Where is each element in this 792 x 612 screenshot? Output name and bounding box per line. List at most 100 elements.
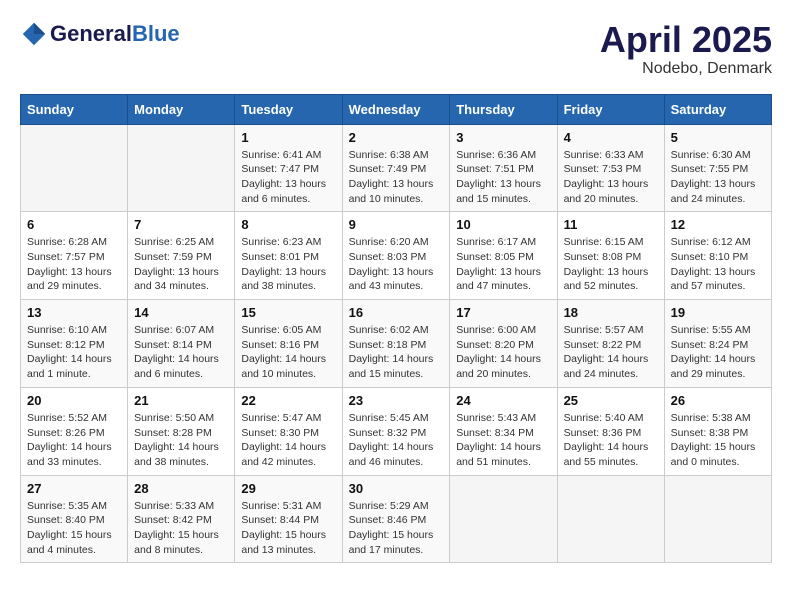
- calendar-body: 1Sunrise: 6:41 AMSunset: 7:47 PMDaylight…: [21, 124, 772, 563]
- calendar-cell: 7Sunrise: 6:25 AMSunset: 7:59 PMDaylight…: [128, 212, 235, 300]
- day-number: 5: [671, 130, 765, 145]
- page-header: GeneralBlue April 2025 Nodebo, Denmark: [20, 20, 772, 78]
- day-number: 2: [349, 130, 444, 145]
- logo: GeneralBlue: [20, 20, 180, 48]
- day-number: 25: [564, 393, 658, 408]
- calendar-cell: 19 Sunrise: 5:55 AMSunset: 8:24 PMDayligh…: [664, 300, 771, 388]
- calendar-cell: 8 Sunrise: 6:23 AMSunset: 8:01 PMDaylight…: [235, 212, 342, 300]
- day-info: Sunrise: 6:02 AMSunset: 8:18 PMDaylight:…: [349, 323, 444, 382]
- calendar-cell: 13Sunrise: 6:10 AMSunset: 8:12 PMDayligh…: [21, 300, 128, 388]
- day-info: Sunrise: 5:45 AMSunset: 8:32 PMDaylight:…: [349, 411, 444, 470]
- calendar-week-3: 13Sunrise: 6:10 AMSunset: 8:12 PMDayligh…: [21, 300, 772, 388]
- calendar-cell: 27 Sunrise: 5:35 AMSunset: 8:40 PMDayligh…: [21, 475, 128, 563]
- day-number: 11: [564, 217, 658, 232]
- day-info: Sunrise: 6:38 AMSunset: 7:49 PMDaylight:…: [349, 148, 444, 207]
- day-number: 15: [241, 305, 335, 320]
- day-info: Sunrise: 6:36 AMSunset: 7:51 PMDaylight:…: [456, 148, 550, 207]
- day-number: 29: [241, 481, 335, 496]
- calendar-cell: 16 Sunrise: 6:02 AMSunset: 8:18 PMDayligh…: [342, 300, 450, 388]
- calendar-cell: 17 Sunrise: 6:00 AMSunset: 8:20 PMDayligh…: [450, 300, 557, 388]
- day-info: Sunrise: 6:28 AMSunset: 7:57 PMDaylight:…: [27, 235, 121, 294]
- weekday-header-sunday: Sunday: [21, 94, 128, 124]
- calendar-cell: [557, 475, 664, 563]
- day-info: Sunrise: 6:05 AMSunset: 8:16 PMDaylight:…: [241, 323, 335, 382]
- calendar-cell: [128, 124, 235, 212]
- day-info: Sunrise: 6:41 AMSunset: 7:47 PMDaylight:…: [241, 148, 335, 207]
- calendar-cell: 28Sunrise: 5:33 AMSunset: 8:42 PMDayligh…: [128, 475, 235, 563]
- logo-general: General: [50, 21, 132, 47]
- day-number: 3: [456, 130, 550, 145]
- day-info: Sunrise: 5:29 AMSunset: 8:46 PMDaylight:…: [349, 499, 444, 558]
- calendar-week-4: 20 Sunrise: 5:52 AMSunset: 8:26 PMDayligh…: [21, 387, 772, 475]
- day-number: 19: [671, 305, 765, 320]
- calendar-cell: 25Sunrise: 5:40 AMSunset: 8:36 PMDayligh…: [557, 387, 664, 475]
- day-number: 4: [564, 130, 658, 145]
- day-info: Sunrise: 6:17 AMSunset: 8:05 PMDaylight:…: [456, 235, 550, 294]
- calendar-cell: 26Sunrise: 5:38 AMSunset: 8:38 PMDayligh…: [664, 387, 771, 475]
- day-info: Sunrise: 5:33 AMSunset: 8:42 PMDaylight:…: [134, 499, 228, 558]
- calendar-cell: 10Sunrise: 6:17 AMSunset: 8:05 PMDayligh…: [450, 212, 557, 300]
- weekday-header-friday: Friday: [557, 94, 664, 124]
- calendar-cell: 18Sunrise: 5:57 AMSunset: 8:22 PMDayligh…: [557, 300, 664, 388]
- calendar-cell: 20 Sunrise: 5:52 AMSunset: 8:26 PMDayligh…: [21, 387, 128, 475]
- calendar-cell: 30Sunrise: 5:29 AMSunset: 8:46 PMDayligh…: [342, 475, 450, 563]
- logo-icon: [20, 20, 48, 48]
- calendar-cell: 9 Sunrise: 6:20 AMSunset: 8:03 PMDaylight…: [342, 212, 450, 300]
- day-info: Sunrise: 6:33 AMSunset: 7:53 PMDaylight:…: [564, 148, 658, 207]
- calendar-week-2: 6 Sunrise: 6:28 AMSunset: 7:57 PMDaylight…: [21, 212, 772, 300]
- day-info: Sunrise: 6:25 AMSunset: 7:59 PMDaylight:…: [134, 235, 228, 294]
- day-number: 8: [241, 217, 335, 232]
- day-info: Sunrise: 6:20 AMSunset: 8:03 PMDaylight:…: [349, 235, 444, 294]
- title-block: April 2025 Nodebo, Denmark: [600, 20, 772, 78]
- calendar-cell: 12 Sunrise: 6:12 AMSunset: 8:10 PMDayligh…: [664, 212, 771, 300]
- day-info: Sunrise: 5:43 AMSunset: 8:34 PMDaylight:…: [456, 411, 550, 470]
- day-info: Sunrise: 6:00 AMSunset: 8:20 PMDaylight:…: [456, 323, 550, 382]
- day-info: Sunrise: 6:07 AMSunset: 8:14 PMDaylight:…: [134, 323, 228, 382]
- day-info: Sunrise: 5:50 AMSunset: 8:28 PMDaylight:…: [134, 411, 228, 470]
- calendar-cell: 15 Sunrise: 6:05 AMSunset: 8:16 PMDayligh…: [235, 300, 342, 388]
- day-number: 17: [456, 305, 550, 320]
- calendar-cell: 22 Sunrise: 5:47 AMSunset: 8:30 PMDayligh…: [235, 387, 342, 475]
- day-number: 24: [456, 393, 550, 408]
- day-number: 13: [27, 305, 121, 320]
- calendar-cell: 29Sunrise: 5:31 AMSunset: 8:44 PMDayligh…: [235, 475, 342, 563]
- day-number: 22: [241, 393, 335, 408]
- day-number: 23: [349, 393, 444, 408]
- calendar-cell: 14 Sunrise: 6:07 AMSunset: 8:14 PMDayligh…: [128, 300, 235, 388]
- location: Nodebo, Denmark: [600, 60, 772, 78]
- day-number: 27: [27, 481, 121, 496]
- calendar-cell: [21, 124, 128, 212]
- calendar-cell: 4 Sunrise: 6:33 AMSunset: 7:53 PMDaylight…: [557, 124, 664, 212]
- day-number: 12: [671, 217, 765, 232]
- calendar-cell: [664, 475, 771, 563]
- day-number: 26: [671, 393, 765, 408]
- weekday-header-monday: Monday: [128, 94, 235, 124]
- day-info: Sunrise: 6:23 AMSunset: 8:01 PMDaylight:…: [241, 235, 335, 294]
- calendar-header: SundayMondayTuesdayWednesdayThursdayFrid…: [21, 94, 772, 124]
- day-info: Sunrise: 5:55 AMSunset: 8:24 PMDaylight:…: [671, 323, 765, 382]
- day-number: 9: [349, 217, 444, 232]
- day-number: 16: [349, 305, 444, 320]
- weekday-row: SundayMondayTuesdayWednesdayThursdayFrid…: [21, 94, 772, 124]
- calendar-cell: 11 Sunrise: 6:15 AMSunset: 8:08 PMDayligh…: [557, 212, 664, 300]
- day-number: 20: [27, 393, 121, 408]
- day-info: Sunrise: 5:35 AMSunset: 8:40 PMDaylight:…: [27, 499, 121, 558]
- month-title: April 2025: [600, 20, 772, 60]
- calendar-cell: 6 Sunrise: 6:28 AMSunset: 7:57 PMDaylight…: [21, 212, 128, 300]
- day-number: 6: [27, 217, 121, 232]
- day-info: Sunrise: 5:47 AMSunset: 8:30 PMDaylight:…: [241, 411, 335, 470]
- day-info: Sunrise: 6:12 AMSunset: 8:10 PMDaylight:…: [671, 235, 765, 294]
- calendar-cell: 5 Sunrise: 6:30 AMSunset: 7:55 PMDaylight…: [664, 124, 771, 212]
- weekday-header-thursday: Thursday: [450, 94, 557, 124]
- weekday-header-tuesday: Tuesday: [235, 94, 342, 124]
- calendar-cell: 24 Sunrise: 5:43 AMSunset: 8:34 PMDayligh…: [450, 387, 557, 475]
- weekday-header-saturday: Saturday: [664, 94, 771, 124]
- day-number: 21: [134, 393, 228, 408]
- calendar-cell: [450, 475, 557, 563]
- day-number: 14: [134, 305, 228, 320]
- day-info: Sunrise: 6:30 AMSunset: 7:55 PMDaylight:…: [671, 148, 765, 207]
- day-info: Sunrise: 6:15 AMSunset: 8:08 PMDaylight:…: [564, 235, 658, 294]
- logo-blue: Blue: [132, 21, 180, 47]
- day-info: Sunrise: 5:52 AMSunset: 8:26 PMDaylight:…: [27, 411, 121, 470]
- calendar-cell: 21 Sunrise: 5:50 AMSunset: 8:28 PMDayligh…: [128, 387, 235, 475]
